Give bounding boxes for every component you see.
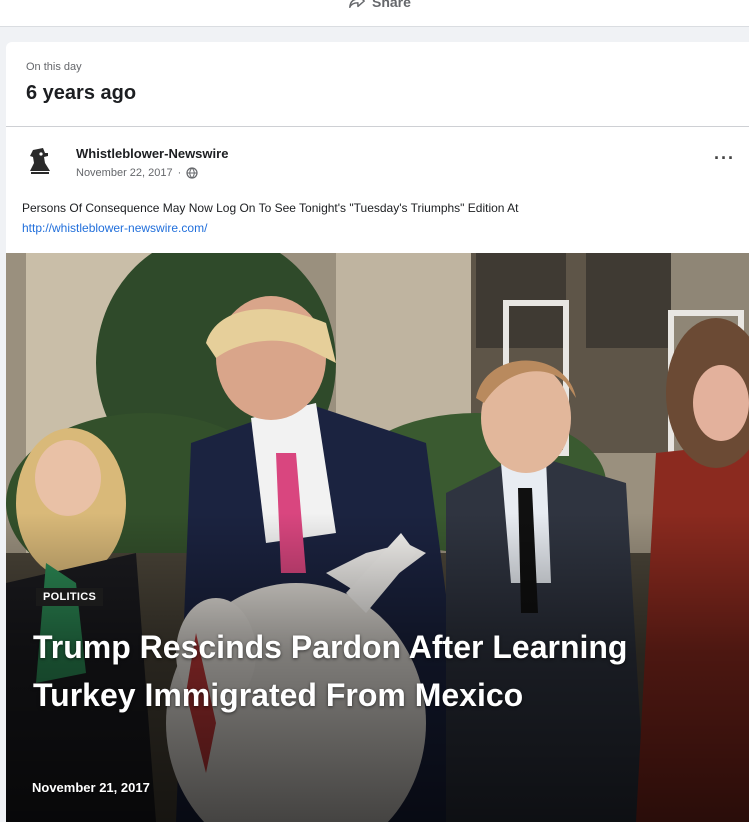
share-arrow-icon	[348, 0, 366, 13]
link-preview-card[interactable]: POLITICS Trump Rescinds Pardon After Lea…	[6, 253, 749, 822]
article-headline[interactable]: Trump Rescinds Pardon After Learning Tur…	[33, 623, 673, 719]
page-name-link[interactable]: Whistleblower-Newswire	[76, 146, 228, 161]
post-text: Persons Of Consequence May Now Log On To…	[22, 198, 737, 238]
page-avatar[interactable]	[20, 140, 60, 180]
share-label: Share	[372, 0, 411, 10]
more-options-icon[interactable]: ···	[714, 148, 735, 169]
years-ago-title: 6 years ago	[26, 82, 137, 104]
article-date: November 21, 2017	[32, 780, 150, 795]
post-header: Whistleblower-Newswire November 22, 2017…	[6, 128, 749, 253]
post-meta: November 22, 2017 ·	[76, 167, 198, 179]
share-button[interactable]: Share	[348, 0, 411, 12]
previous-post-card: Share	[0, 0, 749, 27]
post-body: Persons Of Consequence May Now Log On To…	[22, 201, 519, 215]
memory-card: On this day 6 years ago Whistleblower-Ne…	[6, 42, 749, 822]
meta-separator: ·	[177, 167, 182, 179]
whistleblower-logo-icon	[22, 142, 58, 178]
post-link[interactable]: http://whistleblower-newswire.com/	[22, 218, 737, 238]
category-badge: POLITICS	[36, 588, 104, 606]
on-this-day-label: On this day	[26, 61, 82, 73]
post-date[interactable]: November 22, 2017	[76, 167, 173, 179]
globe-icon	[186, 167, 198, 179]
memory-header: On this day 6 years ago	[6, 42, 749, 127]
